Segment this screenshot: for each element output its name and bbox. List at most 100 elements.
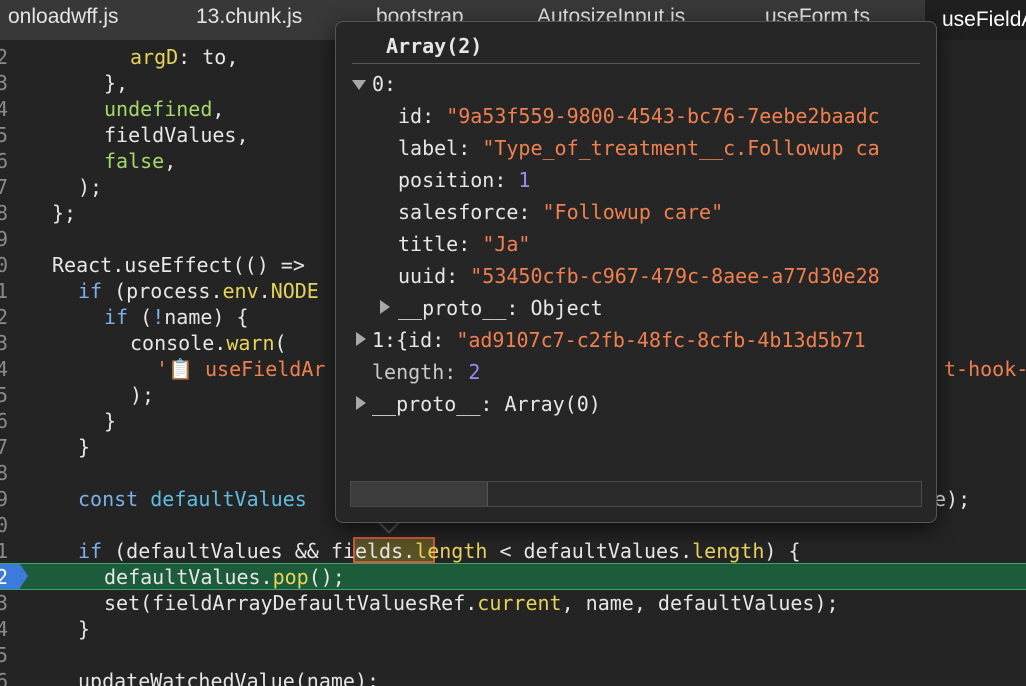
line-number[interactable]: 1 bbox=[0, 538, 8, 564]
code-line: if (defaultValues && fields.length < def… bbox=[78, 538, 801, 564]
line-number[interactable]: 6 bbox=[0, 408, 8, 434]
property-value: "Ja" bbox=[482, 232, 531, 256]
property-value: 2 bbox=[468, 360, 481, 384]
code-line: React.useEffect(() => bbox=[52, 253, 305, 277]
code-token: if bbox=[78, 539, 103, 563]
code-token: length bbox=[692, 539, 765, 563]
code-token: console. bbox=[130, 331, 227, 355]
code-token: (); bbox=[308, 565, 345, 589]
property-row[interactable]: label: "Type_of_treatment__c.Followup ca bbox=[398, 132, 880, 164]
property-colon: : bbox=[458, 232, 483, 256]
line-number[interactable]: 9 bbox=[0, 486, 8, 512]
code-line: } bbox=[104, 409, 117, 433]
array-item-1[interactable]: 1:{id: "ad9107c7-c2fb-48fc-8cfb-4b13d5b7… bbox=[372, 324, 866, 356]
expand-down-icon[interactable] bbox=[352, 80, 366, 90]
code-line: '📋 useFieldAr bbox=[156, 357, 326, 381]
code-line: fieldValues, bbox=[104, 123, 249, 147]
property-value: "Type_of_treatment__c.Followup ca bbox=[482, 136, 880, 160]
property-value: Array(0) bbox=[504, 392, 601, 416]
code-token: defaultValues. bbox=[104, 565, 273, 589]
line-number[interactable]: 9 bbox=[0, 226, 8, 252]
code-token: current bbox=[477, 591, 562, 615]
code-line: updateWatchedValue(name); bbox=[78, 669, 380, 686]
array-item-0[interactable]: 0: bbox=[372, 68, 396, 100]
tab-13-chunk[interactable]: 13.chunk.js bbox=[196, 5, 302, 29]
line-number[interactable]: 7 bbox=[0, 174, 8, 200]
code-token: const bbox=[78, 487, 139, 511]
code-token: if bbox=[104, 305, 129, 329]
line-number[interactable]: 0 bbox=[0, 252, 8, 278]
line-number[interactable]: 7 bbox=[0, 434, 8, 460]
array-index: 1: bbox=[372, 328, 397, 352]
line-number[interactable]: 2 bbox=[0, 304, 8, 330]
property-value: "ad9107c7-c2fb-48fc-8cfb-4b13d5b71 bbox=[456, 328, 866, 352]
code-line: false, bbox=[104, 148, 176, 174]
line-number[interactable]: 6 bbox=[0, 148, 8, 174]
line-number[interactable]: 3 bbox=[0, 70, 8, 96]
tab-onloadwff[interactable]: onloadwff.js bbox=[8, 5, 119, 29]
property-colon: : bbox=[494, 168, 519, 192]
code-token: warn bbox=[226, 331, 275, 355]
code-line: console.warn( bbox=[130, 330, 287, 356]
line-number[interactable]: 3 bbox=[0, 590, 8, 616]
code-token: < defaultValues. bbox=[487, 539, 693, 563]
code-token: name) { bbox=[164, 305, 249, 329]
code-token: , name, defaultValues); bbox=[561, 591, 839, 615]
property-colon: : bbox=[422, 104, 447, 128]
line-number[interactable]: 1 bbox=[0, 278, 8, 304]
property-value: Object bbox=[530, 296, 603, 320]
expand-right-icon[interactable] bbox=[356, 332, 366, 346]
object-preview-popover[interactable]: Array(2) 0: id: "9a53f559-9800-4543-bc76… bbox=[335, 21, 937, 523]
code-line: ); bbox=[78, 175, 103, 199]
length-row[interactable]: length: 2 bbox=[372, 356, 480, 388]
property-row[interactable]: position: 1 bbox=[398, 164, 530, 196]
scrollbar-thumb[interactable] bbox=[351, 482, 488, 506]
property-value: 1 bbox=[518, 168, 531, 192]
line-number-active[interactable]: 2 bbox=[0, 564, 8, 590]
proto-object-row[interactable]: __proto__: Object bbox=[398, 292, 603, 324]
property-row[interactable]: salesforce: "Followup care" bbox=[398, 196, 723, 228]
property-key: salesforce bbox=[398, 200, 519, 224]
property-colon: : bbox=[458, 136, 483, 160]
code-token: pop bbox=[272, 565, 309, 589]
code-token: env bbox=[222, 279, 259, 303]
code-line: t-hook- bbox=[944, 357, 1026, 381]
code-token: defaultValues bbox=[150, 487, 307, 511]
code-line: } bbox=[78, 617, 91, 641]
property-colon: : bbox=[480, 392, 505, 416]
property-key: label bbox=[398, 136, 459, 160]
line-number[interactable]: 5 bbox=[0, 382, 8, 408]
code-line: if (process.env.NODE bbox=[78, 278, 319, 304]
code-line: ); bbox=[130, 383, 155, 407]
expand-right-icon[interactable] bbox=[380, 300, 390, 314]
code-token: set(fieldArrayDefaultValuesRef. bbox=[104, 591, 478, 615]
property-colon: : bbox=[506, 296, 531, 320]
proto-array-row[interactable]: __proto__: Array(0) bbox=[372, 388, 601, 420]
code-line: const defaultValues bbox=[78, 486, 307, 512]
line-number[interactable]: 4 bbox=[0, 616, 8, 642]
property-row[interactable]: id: "9a53f559-9800-4543-bc76-7eebe2baadc bbox=[398, 100, 880, 132]
line-number[interactable]: 6 bbox=[0, 668, 8, 686]
line-number[interactable]: 2 bbox=[0, 44, 8, 70]
line-number[interactable]: 5 bbox=[0, 642, 8, 668]
code-line-paused: defaultValues.pop(); bbox=[104, 564, 345, 590]
code-token: (defaultValues && bbox=[102, 539, 331, 563]
horizontal-scrollbar[interactable] bbox=[350, 481, 922, 507]
property-row[interactable]: uuid: "53450cfb-c967-479c-8aee-a77d30e28 bbox=[398, 260, 880, 292]
line-number[interactable]: 8 bbox=[0, 460, 8, 486]
code-token: false bbox=[104, 149, 165, 173]
line-number[interactable]: 0 bbox=[0, 512, 8, 538]
line-number[interactable]: 3 bbox=[0, 330, 8, 356]
hovered-token-fields[interactable]: fields bbox=[331, 539, 403, 563]
line-number[interactable]: 5 bbox=[0, 122, 8, 148]
tab-use-field-array[interactable]: useFieldArray.ts bbox=[925, 0, 1026, 40]
line-number[interactable]: 8 bbox=[0, 200, 8, 226]
property-colon: : bbox=[444, 360, 469, 384]
line-number[interactable]: 4 bbox=[0, 96, 8, 122]
code-token: ! bbox=[152, 305, 165, 329]
expand-right-icon[interactable] bbox=[356, 396, 366, 410]
code-token: NODE bbox=[270, 279, 319, 303]
line-number[interactable]: 4 bbox=[0, 356, 8, 382]
code-token: if bbox=[78, 279, 103, 303]
property-row[interactable]: title: "Ja" bbox=[398, 228, 530, 260]
